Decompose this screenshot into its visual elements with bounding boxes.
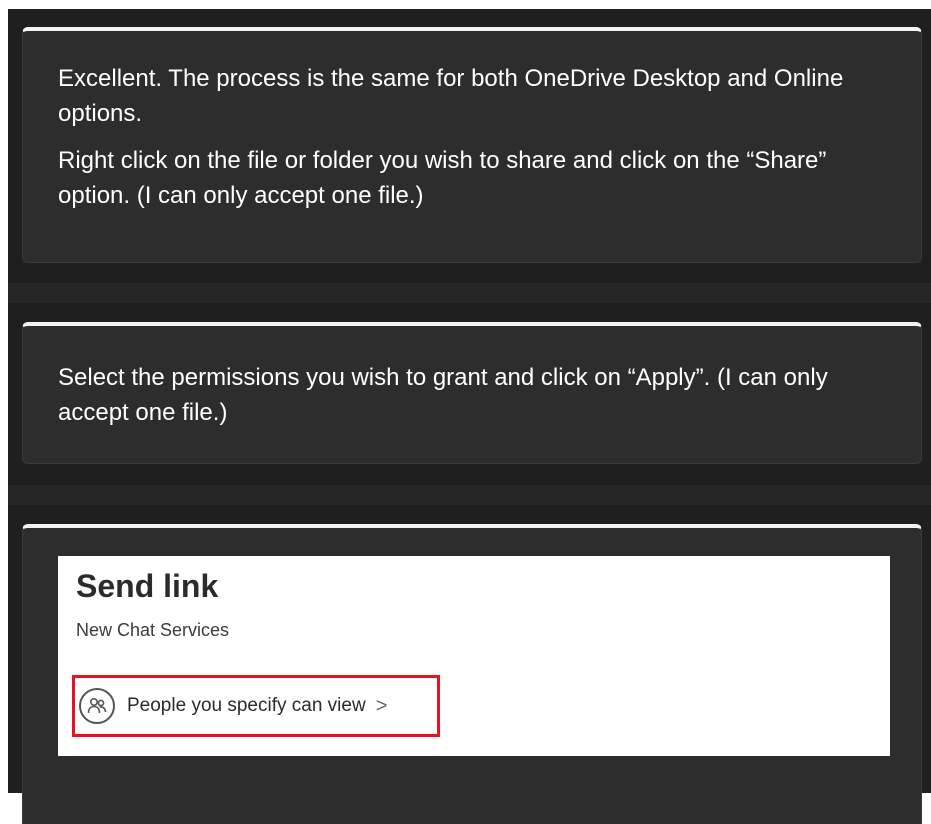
permission-label: People you specify can view [127, 695, 366, 716]
send-link-title: Send link [76, 568, 219, 604]
message-text: Right click on the file or folder you wi… [58, 147, 827, 209]
send-link-screenshot: Send link New Chat Services People you s… [58, 556, 890, 756]
chevron-right-icon: > [375, 695, 388, 717]
message-card: Excellent. The process is the same for b… [22, 27, 922, 263]
message-divider [8, 283, 931, 303]
people-icon-glyph [87, 697, 107, 714]
message-card: Send link New Chat Services People you s… [22, 524, 922, 824]
message-text: Excellent. The process is the same for b… [58, 65, 844, 127]
send-link-subtitle: New Chat Services [76, 620, 230, 640]
people-icon [79, 688, 115, 724]
message-card: Select the permissions you wish to grant… [22, 322, 922, 464]
message-text: Select the permissions you wish to grant… [58, 364, 828, 426]
permission-settings-button[interactable]: People you specify can view > [72, 675, 440, 737]
message-divider [8, 485, 931, 505]
